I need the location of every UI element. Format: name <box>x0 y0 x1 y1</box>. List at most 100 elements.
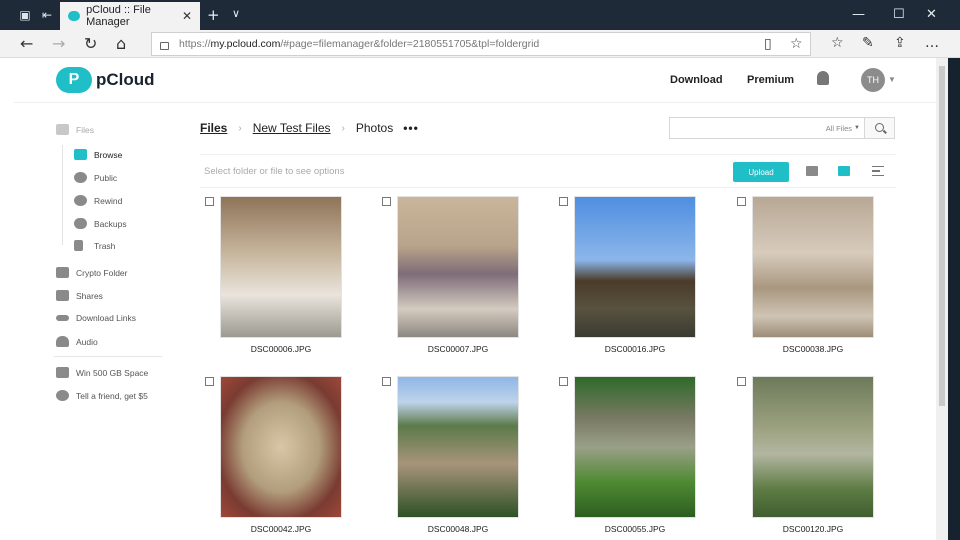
file-tile[interactable]: DSC00055.JPG <box>559 376 696 534</box>
photo-thumbnail[interactable] <box>220 376 342 518</box>
breadcrumb-files[interactable]: Files <box>200 121 227 135</box>
favorites-hub-icon[interactable]: ☆ <box>831 35 844 51</box>
breadcrumb-new-test-files[interactable]: New Test Files <box>253 121 331 135</box>
sidebar-item-label: Download Links <box>76 313 137 323</box>
photo-thumbnail[interactable] <box>397 376 519 518</box>
rewind-icon <box>74 195 87 206</box>
sidebar-item-tell-friend[interactable]: Tell a friend, get $5 <box>56 390 148 401</box>
file-type-filter[interactable]: All Files <box>826 124 852 133</box>
file-tile[interactable]: DSC00120.JPG <box>737 376 874 534</box>
file-checkbox[interactable] <box>559 377 568 386</box>
grid-view-icon[interactable] <box>838 166 850 176</box>
sidebar-item-browse[interactable]: Browse <box>74 149 122 160</box>
file-name: DSC00055.JPG <box>604 524 666 534</box>
file-tile[interactable]: DSC00016.JPG <box>559 196 696 354</box>
tab-preview-icon[interactable]: ▣ <box>18 8 32 22</box>
file-icon <box>56 124 69 135</box>
more-menu-icon[interactable]: … <box>925 35 939 51</box>
browser-tab[interactable]: pCloud :: File Manager ✕ <box>60 2 200 30</box>
new-folder-icon[interactable] <box>806 166 818 176</box>
lock-icon <box>56 267 69 278</box>
photo-thumbnail[interactable] <box>574 196 696 338</box>
refresh-icon[interactable]: ↻ <box>84 34 97 53</box>
file-tile[interactable]: DSC00048.JPG <box>382 376 519 534</box>
filter-caret-icon[interactable]: ▼ <box>854 125 860 131</box>
sidebar-item-public[interactable]: Public <box>74 172 117 183</box>
sidebar-item-shares[interactable]: Shares <box>56 290 103 301</box>
upload-button[interactable]: Upload <box>733 162 789 182</box>
forward-icon[interactable]: → <box>52 34 65 53</box>
logo-mark-icon: P <box>56 67 92 93</box>
file-name: DSC00120.JPG <box>782 524 844 534</box>
scrollbar-thumb[interactable] <box>939 66 945 406</box>
photo-thumbnail[interactable] <box>397 196 519 338</box>
pcloud-logo[interactable]: P pCloud <box>56 67 155 93</box>
sidebar-item-crypto[interactable]: Crypto Folder <box>56 267 128 278</box>
home-icon[interactable]: ⌂ <box>116 34 126 53</box>
folder-more-options-icon[interactable]: ••• <box>403 121 419 135</box>
photo-thumbnail[interactable] <box>220 196 342 338</box>
file-checkbox[interactable] <box>205 377 214 386</box>
sidebar-item-label: Win 500 GB Space <box>76 367 149 378</box>
download-link[interactable]: Download <box>670 74 723 86</box>
sidebar-item-rewind[interactable]: Rewind <box>74 195 122 206</box>
breadcrumb-separator-icon: › <box>341 122 345 134</box>
url-path: /#page=filemanager&folder=2180551705&tpl… <box>280 38 540 50</box>
sidebar-item-win-space[interactable]: Win 500 GB Space <box>56 367 148 378</box>
sidebar-item-backups[interactable]: Backups <box>74 218 127 229</box>
file-checkbox[interactable] <box>559 197 568 206</box>
reading-view-icon[interactable]: ▯ <box>764 36 772 52</box>
photo-thumbnail[interactable] <box>752 196 874 338</box>
notes-pen-icon[interactable]: ✎ <box>862 35 874 51</box>
file-tile[interactable]: DSC00007.JPG <box>382 196 519 354</box>
file-tile[interactable]: DSC00042.JPG <box>205 376 342 534</box>
file-checkbox[interactable] <box>737 377 746 386</box>
file-tile[interactable]: DSC00038.JPG <box>737 196 874 354</box>
dollar-icon <box>56 390 69 401</box>
sidebar-item-label: Browse <box>94 149 123 160</box>
share-icon[interactable]: ⇪ <box>894 35 906 51</box>
file-checkbox[interactable] <box>382 197 391 206</box>
sort-icon[interactable] <box>872 166 884 176</box>
file-checkbox[interactable] <box>382 377 391 386</box>
sidebar-item-audio[interactable]: Audio <box>56 336 98 347</box>
sidebar-item-label: Files <box>76 124 94 135</box>
search-icon[interactable] <box>864 118 894 138</box>
address-bar: ← → ↻ ⌂ https:// my.pcloud.com /#page=fi… <box>0 30 960 58</box>
breadcrumb-separator-icon: › <box>238 122 242 134</box>
file-checkbox[interactable] <box>205 197 214 206</box>
sidebar-item-files[interactable]: Files <box>56 124 94 135</box>
trophy-icon <box>56 367 69 378</box>
maximize-icon[interactable]: ☐ <box>893 7 905 22</box>
close-tab-icon[interactable]: ✕ <box>182 9 192 23</box>
headphones-icon <box>56 336 69 347</box>
pcloud-page: P pCloud Download Premium TH ▼ Files Bro… <box>14 58 936 540</box>
page-scrollbar[interactable] <box>936 58 948 540</box>
tab-list-chevron-icon[interactable]: ∨ <box>232 7 240 20</box>
favorite-star-icon[interactable]: ☆ <box>790 36 803 52</box>
premium-link[interactable]: Premium <box>747 74 794 86</box>
new-tab-icon[interactable]: + <box>207 6 220 24</box>
sidebar-item-trash[interactable]: Trash <box>74 240 115 251</box>
browser-window: ▣ ⇤ pCloud :: File Manager ✕ + ∨ — ☐ ✕ ←… <box>0 0 960 540</box>
sidebar-item-label: Shares <box>76 290 103 301</box>
account-caret-icon[interactable]: ▼ <box>888 75 896 84</box>
minimize-icon[interactable]: — <box>852 7 865 22</box>
file-toolbar: Select folder or file to see options Upl… <box>200 154 896 188</box>
photo-thumbnail[interactable] <box>752 376 874 518</box>
pcloud-favicon-icon <box>68 11 81 21</box>
sidebar-tree-line <box>62 145 63 245</box>
sidebar-item-download-links[interactable]: Download Links <box>56 313 136 323</box>
link-icon <box>56 315 69 321</box>
notifications-bell-icon[interactable] <box>817 71 829 85</box>
close-window-icon[interactable]: ✕ <box>926 7 937 22</box>
back-icon[interactable]: ← <box>20 34 33 53</box>
url-field[interactable]: https:// my.pcloud.com /#page=filemanage… <box>151 32 811 56</box>
photo-thumbnail[interactable] <box>574 376 696 518</box>
lock-icon <box>160 42 169 50</box>
file-checkbox[interactable] <box>737 197 746 206</box>
tab-aside-icon[interactable]: ⇤ <box>40 8 54 22</box>
search-input[interactable]: All Files ▼ <box>669 117 895 139</box>
avatar[interactable]: TH <box>861 68 885 92</box>
file-tile[interactable]: DSC00006.JPG <box>205 196 342 354</box>
